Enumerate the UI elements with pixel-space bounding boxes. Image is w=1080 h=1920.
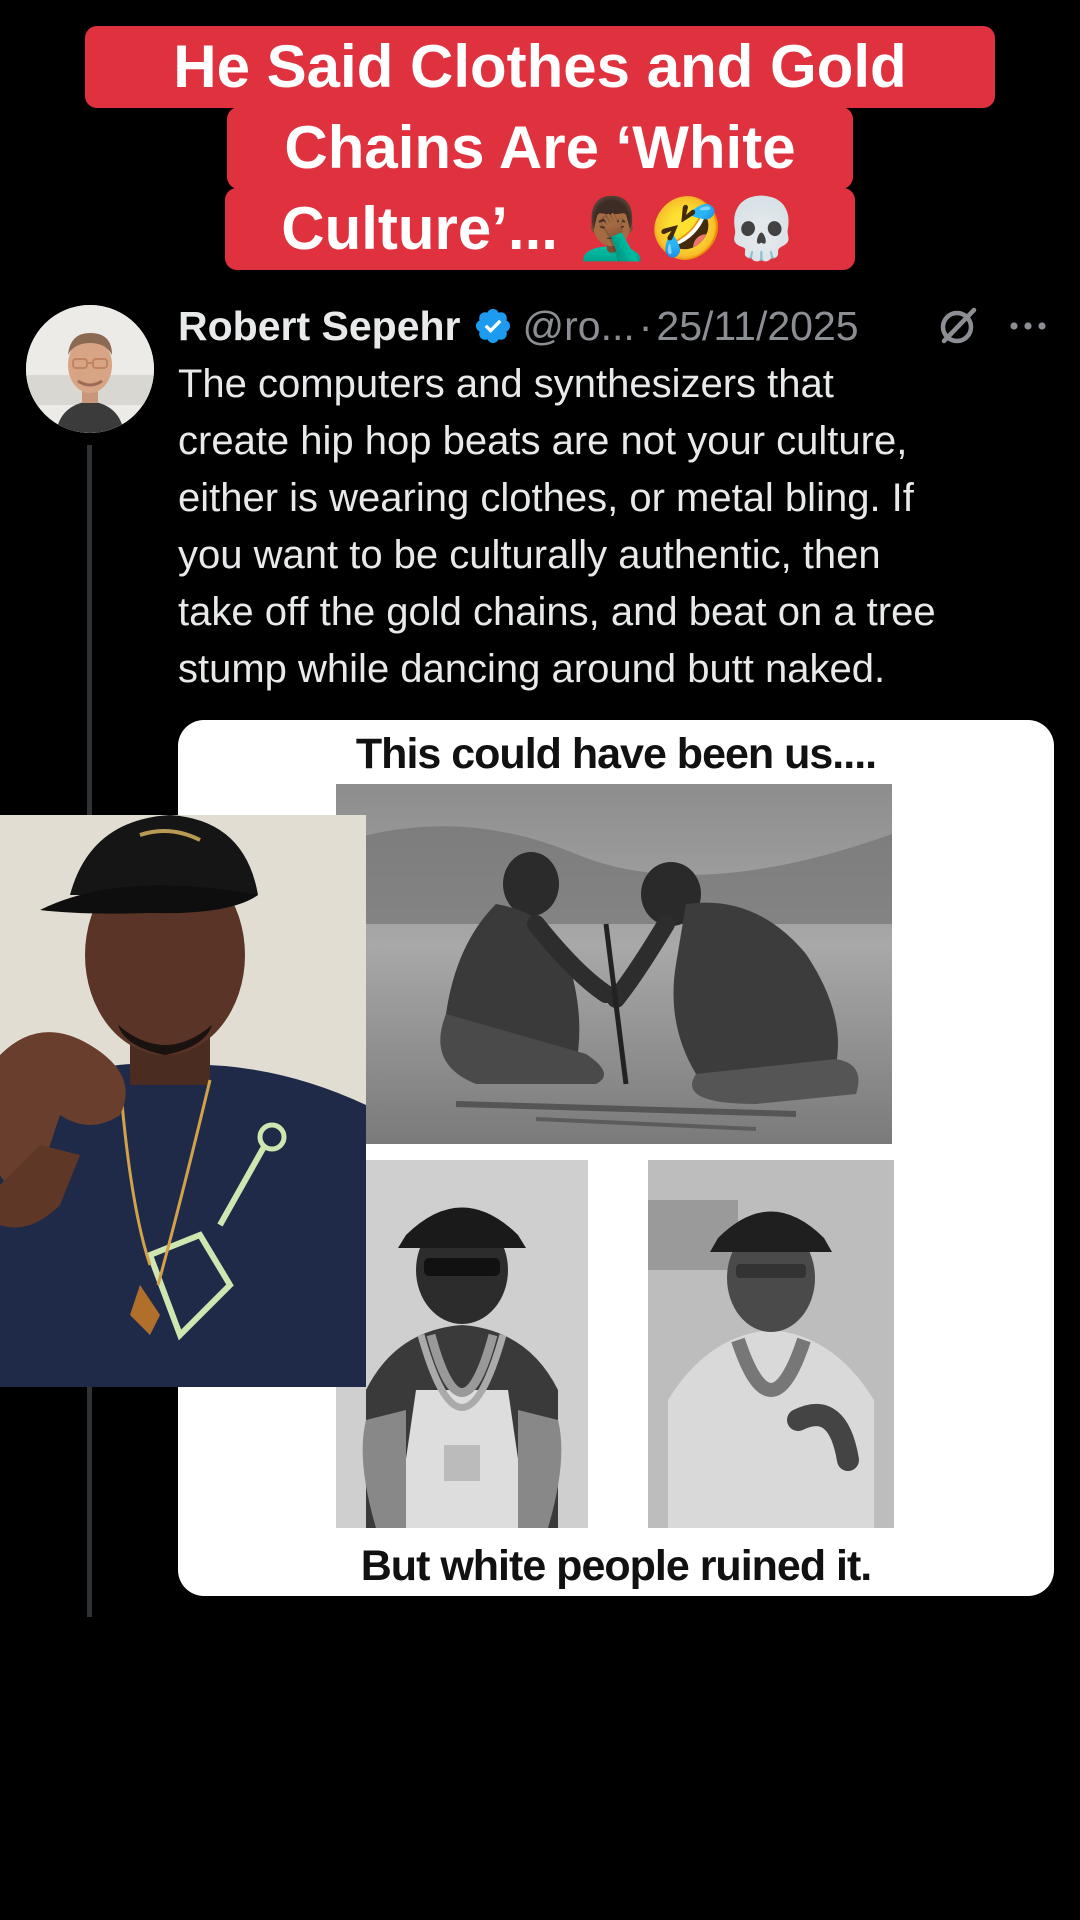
more-icon[interactable]: [1008, 308, 1048, 344]
meme-bottom-text: But white people ruined it.: [360, 1542, 873, 1590]
caption-banner: He Said Clothes and Gold Chains Are ‘Whi…: [0, 26, 1080, 270]
verified-badge-icon: [473, 306, 513, 346]
meme-top-text: This could have been us....: [355, 730, 877, 778]
creator-video-overlay[interactable]: [0, 815, 366, 1387]
author-avatar[interactable]: [26, 305, 154, 433]
meme-photo-rapper-left: [336, 1160, 588, 1528]
caption-line-1: He Said Clothes and Gold: [85, 26, 995, 108]
author-name[interactable]: Robert Sepehr: [178, 303, 461, 350]
avatar-image: [26, 305, 154, 433]
tweet-date[interactable]: 25/11/2025: [656, 303, 858, 350]
caption-line-3: Culture’... 🤦🏾‍♂️🤣💀: [225, 188, 855, 270]
caption-line-2: Chains Are ‘White: [227, 107, 853, 189]
tweet-text: The computers and synthesizers that crea…: [178, 362, 936, 691]
meme-photo-fire-making: [336, 784, 892, 1144]
meme-photo-rapper-right: [648, 1160, 894, 1528]
author-handle[interactable]: @ro...: [523, 303, 635, 350]
tweet-header: Robert Sepehr @ro... · 25/11/2025: [178, 298, 1058, 354]
header-separator: ·: [638, 302, 653, 349]
grok-icon[interactable]: [936, 304, 980, 348]
